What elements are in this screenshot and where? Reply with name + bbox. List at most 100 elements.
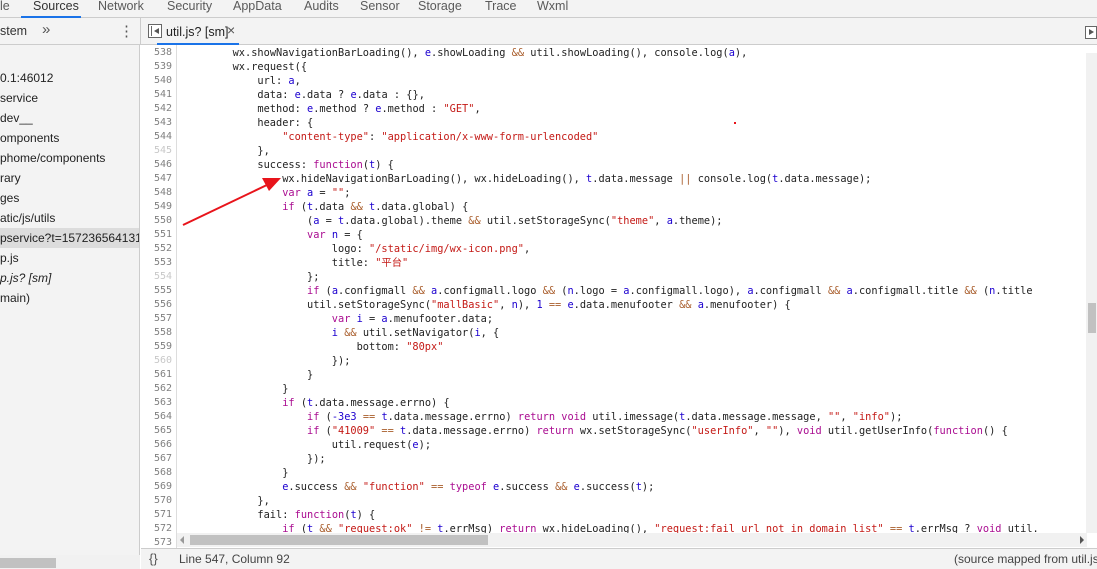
code-token: { bbox=[443, 397, 450, 409]
sidebar-horizontal-scrollbar[interactable] bbox=[0, 555, 140, 569]
line-number[interactable]: 569 bbox=[154, 480, 172, 494]
line-number[interactable]: 570 bbox=[154, 494, 172, 508]
close-tab-icon[interactable]: × bbox=[227, 22, 235, 38]
file-tree-item[interactable]: main) bbox=[0, 288, 139, 308]
more-tabs-button[interactable]: » bbox=[42, 21, 50, 38]
code-line: }); bbox=[183, 354, 351, 368]
navigator-tab-filesystem[interactable]: stem bbox=[0, 24, 27, 38]
tab-audits[interactable]: Audits bbox=[304, 0, 339, 18]
source-mapped-link[interactable]: (source mapped from util.js) bbox=[954, 549, 1097, 569]
code-token: && bbox=[542, 285, 556, 297]
scroll-right-icon[interactable] bbox=[1080, 536, 1084, 544]
pretty-print-button[interactable]: {} bbox=[149, 549, 158, 569]
code-token: == bbox=[548, 299, 562, 311]
tab-wxml[interactable]: Wxml bbox=[537, 0, 568, 18]
line-number[interactable]: 565 bbox=[154, 424, 172, 438]
code-token: data bbox=[412, 425, 438, 437]
line-number[interactable]: 559 bbox=[154, 340, 172, 354]
editor-tab-util-js[interactable]: util.js? [sm] × bbox=[157, 18, 239, 45]
file-tree-item[interactable]: pservice?t=157236564131 bbox=[0, 228, 139, 248]
scroll-left-icon[interactable] bbox=[180, 536, 184, 544]
tab-network[interactable]: Network bbox=[98, 0, 144, 18]
line-number[interactable]: 556 bbox=[154, 298, 172, 312]
tab-security[interactable]: Security bbox=[167, 0, 212, 18]
line-number[interactable]: 563 bbox=[154, 396, 172, 410]
code-token: ; bbox=[896, 411, 903, 423]
file-tree-item[interactable]: rary bbox=[0, 168, 139, 188]
code-token: } bbox=[282, 467, 289, 479]
line-number[interactable]: 560 bbox=[154, 354, 172, 368]
code-token: "GET" bbox=[443, 103, 475, 115]
code-token: data bbox=[598, 173, 624, 185]
file-tree-item[interactable]: omponents bbox=[0, 128, 139, 148]
code-line: }); bbox=[183, 452, 326, 466]
line-number[interactable]: 557 bbox=[154, 312, 172, 326]
editor-vertical-scrollbar[interactable] bbox=[1086, 53, 1097, 533]
code-token: var bbox=[331, 313, 351, 325]
line-number[interactable]: 558 bbox=[154, 326, 172, 340]
scrollbar-thumb[interactable] bbox=[190, 535, 488, 545]
code-token: return bbox=[517, 411, 556, 423]
file-tree-item[interactable]: phome/components bbox=[0, 148, 139, 168]
scrollbar-thumb[interactable] bbox=[0, 558, 56, 568]
code-token: ; bbox=[424, 439, 432, 451]
code-token: title bbox=[927, 285, 959, 297]
scrollbar-thumb[interactable] bbox=[1088, 303, 1096, 333]
code-line: } bbox=[183, 466, 288, 480]
code-line: if (-3e3 == t.data.message.errno) return… bbox=[183, 410, 902, 424]
code-token: message bbox=[722, 411, 766, 423]
code-token: "info" bbox=[852, 411, 890, 423]
code-token: hideLoading bbox=[493, 173, 562, 185]
code-line: e.success && "function" == typeof e.succ… bbox=[183, 480, 654, 494]
code-token: wx bbox=[474, 173, 487, 185]
line-number[interactable]: 566 bbox=[154, 438, 172, 452]
code-token: == bbox=[362, 411, 376, 423]
code-token: ; bbox=[648, 481, 655, 493]
line-number[interactable]: 568 bbox=[154, 466, 172, 480]
tab-le[interactable]: le bbox=[0, 0, 10, 18]
line-number[interactable]: 562 bbox=[154, 382, 172, 396]
code-token: if bbox=[307, 411, 320, 423]
line-number[interactable]: 567 bbox=[154, 452, 172, 466]
code-token: errno bbox=[400, 397, 432, 409]
editor-horizontal-scrollbar[interactable] bbox=[177, 533, 1087, 547]
file-tree-item[interactable]: p.js? [sm] bbox=[0, 268, 139, 288]
file-tree-item[interactable]: service bbox=[0, 88, 139, 108]
file-tree-item[interactable]: atic/js/utils bbox=[0, 208, 139, 228]
tab-appdata[interactable]: AppData bbox=[233, 0, 282, 18]
code-token: getUserInfo bbox=[858, 425, 928, 437]
line-number[interactable]: 561 bbox=[154, 368, 172, 382]
file-tree-item[interactable]: p.js bbox=[0, 248, 139, 268]
code-token: , bbox=[741, 47, 748, 59]
code-token: logo bbox=[511, 285, 537, 297]
code-token: logo bbox=[579, 285, 605, 297]
line-number[interactable]: 573 bbox=[154, 536, 172, 548]
line-number[interactable]: 564 bbox=[154, 410, 172, 424]
tab-trace[interactable]: Trace bbox=[485, 0, 517, 18]
file-tree-item[interactable]: 0.1:46012 bbox=[0, 68, 139, 88]
line-number[interactable]: 571 bbox=[154, 508, 172, 522]
code-token: setStorageSync bbox=[598, 425, 686, 437]
code-token: "theme" bbox=[610, 215, 655, 227]
code-line: if (t.data.message.errno) { bbox=[183, 396, 450, 410]
code-token: log bbox=[747, 173, 766, 185]
more-options-menu-icon[interactable]: ⋮ bbox=[119, 22, 134, 40]
code-line: }, bbox=[183, 494, 269, 508]
toggle-debugger-icon[interactable] bbox=[1085, 26, 1097, 39]
file-tree-item[interactable]: dev__ bbox=[0, 108, 139, 128]
code-editor[interactable]: 538 539 540 541 542 543 544 545 546 547 548 549 550 5… bbox=[141, 45, 1097, 548]
line-number[interactable]: 572 bbox=[154, 522, 172, 536]
code-token: showLoading bbox=[561, 47, 630, 59]
tab-sensor[interactable]: Sensor bbox=[360, 0, 400, 18]
code-token: data bbox=[691, 411, 717, 423]
tab-storage[interactable]: Storage bbox=[418, 0, 462, 18]
file-tree-item[interactable]: ges bbox=[0, 188, 139, 208]
